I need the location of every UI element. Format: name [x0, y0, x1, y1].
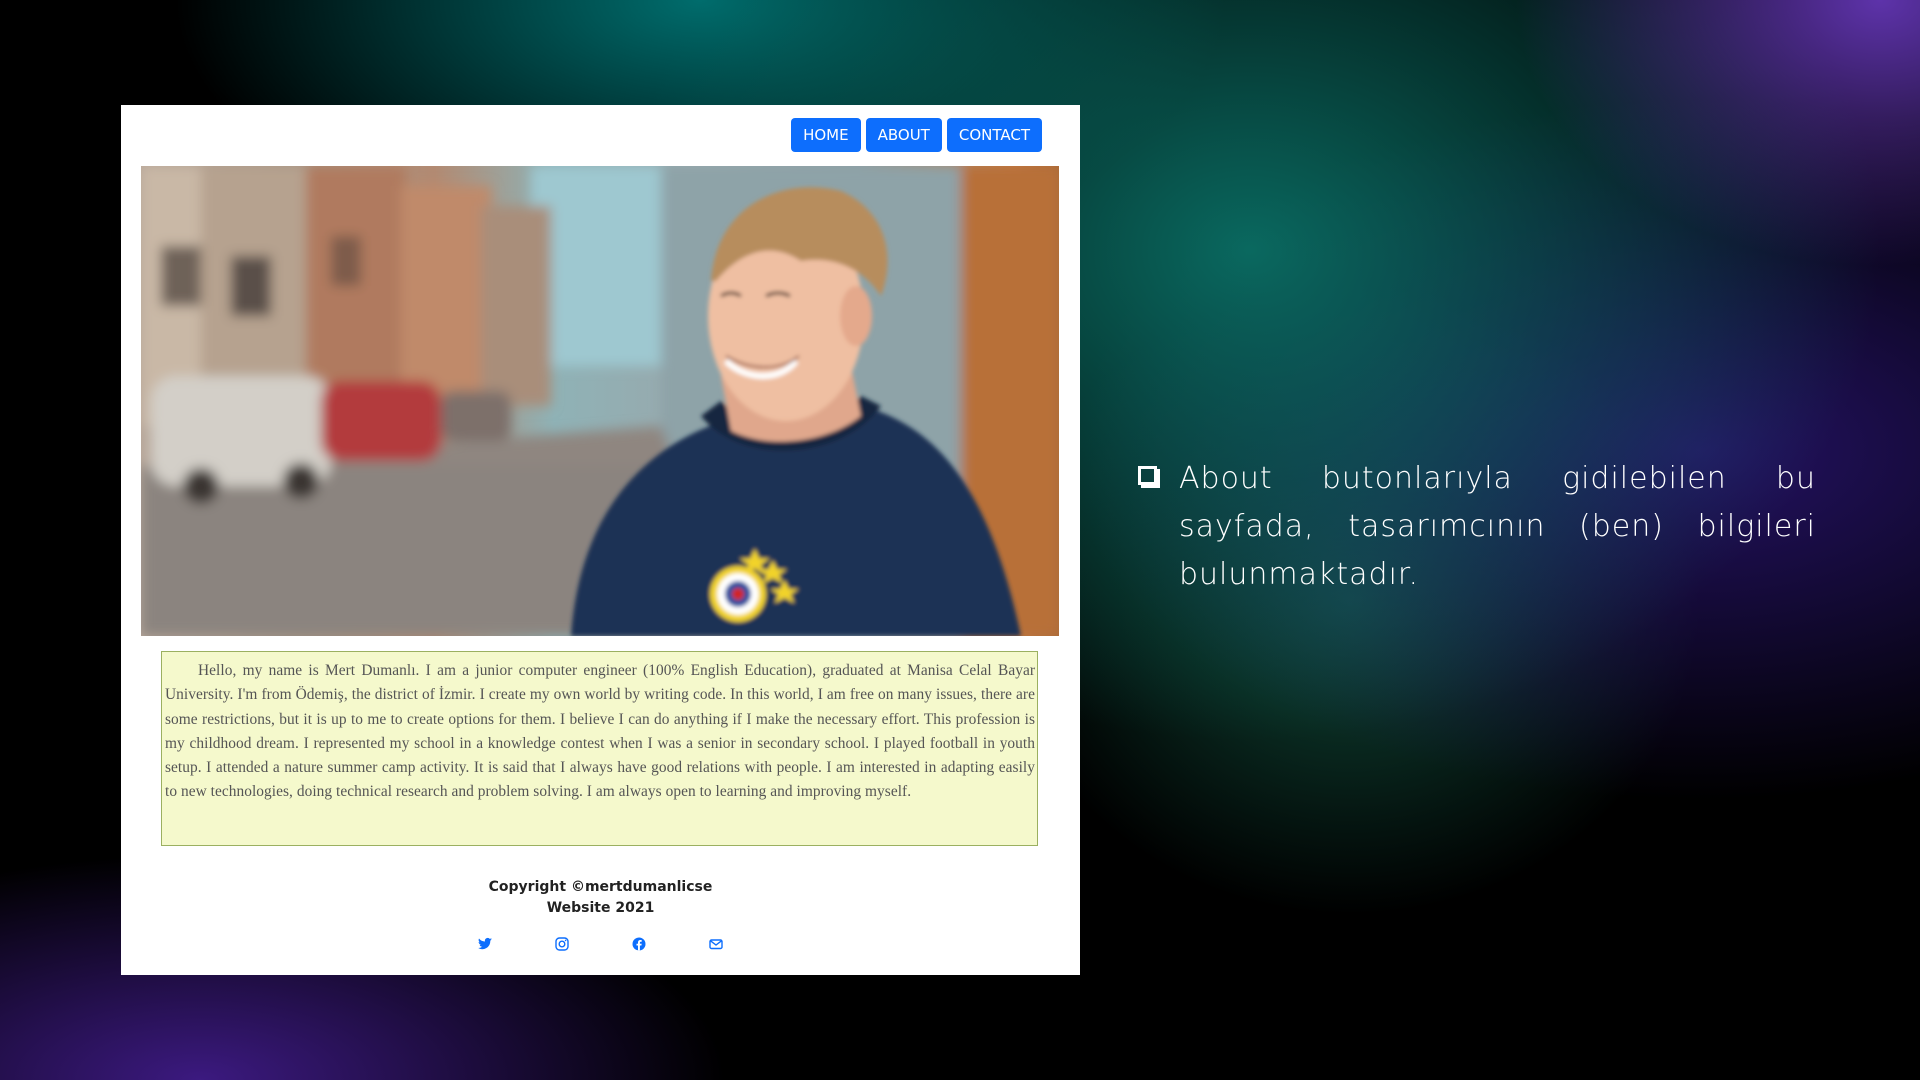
twitter-icon[interactable] [477, 936, 493, 952]
checkbox-bullet-icon [1138, 466, 1157, 485]
copyright-text: Copyright ©mertdumanlicse Website 2021 [121, 877, 1080, 919]
slide-bullet: About butonlarıyla gidilebilen bu sayfad… [1136, 455, 1816, 599]
envelope-icon[interactable] [708, 936, 724, 952]
instagram-icon[interactable] [554, 936, 570, 952]
facebook-icon[interactable] [631, 936, 647, 952]
about-text-box: Hello, my name is Mert Dumanlı. I am a j… [161, 651, 1038, 846]
about-button[interactable]: ABOUT [865, 118, 942, 152]
home-button[interactable]: HOME [791, 118, 861, 152]
copyright-line: Copyright ©mertdumanlicse [488, 879, 713, 895]
copyright-year-line: Website 2021 [546, 900, 655, 916]
website-screenshot: HOME ABOUT CONTACT Hello, my name is Mer… [121, 105, 1080, 975]
navbar: HOME ABOUT CONTACT [791, 118, 1042, 152]
contact-button[interactable]: CONTACT [946, 118, 1042, 152]
social-links [121, 936, 1080, 956]
slide-bullet-text: About butonlarıyla gidilebilen bu sayfad… [1179, 461, 1816, 592]
profile-photo [141, 166, 1059, 636]
